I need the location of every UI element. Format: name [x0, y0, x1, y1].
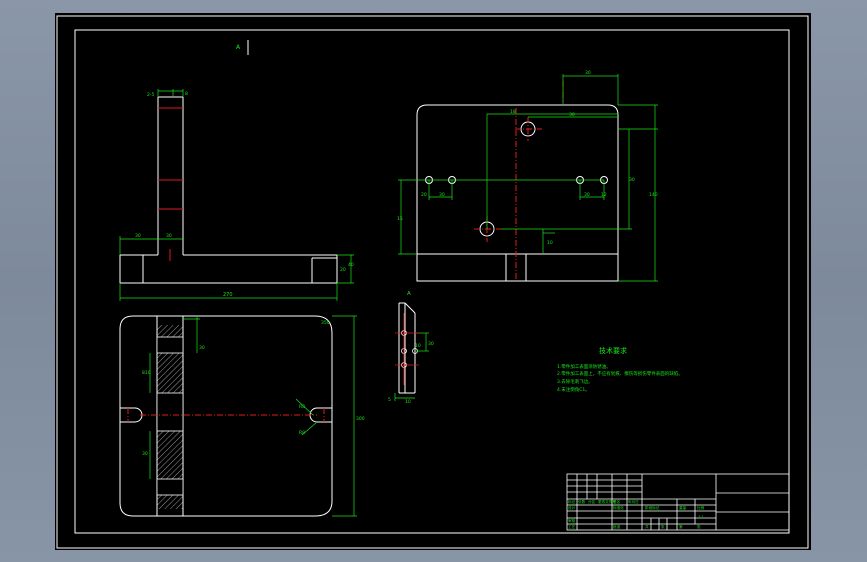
side-view-dim-labels: 2-5 8 30 30 270 20 40 — [135, 91, 354, 298]
side-view-dimensions — [119, 89, 354, 301]
svg-text:40: 40 — [348, 262, 354, 268]
svg-text:R8: R8 — [299, 404, 305, 410]
tech-req-item-2: 2.零件加工表面上，不应有划痕、擦伤等损伤零件表面的缺陷。 — [557, 370, 683, 377]
svg-text:18: 18 — [510, 109, 516, 115]
svg-text:比例: 比例 — [697, 505, 705, 510]
svg-text:共: 共 — [645, 524, 649, 529]
svg-text:140: 140 — [649, 192, 658, 198]
svg-text:签名: 签名 — [613, 499, 621, 504]
svg-text:A: A — [407, 291, 411, 297]
svg-text:30: 30 — [135, 233, 141, 239]
svg-text:30: 30 — [629, 177, 635, 183]
front-view-dim-labels: 30 18 30 30 140 15 20 30 30 12 10 — [397, 70, 658, 246]
svg-text:阶段标记: 阶段标记 — [645, 505, 660, 510]
detail-view-a-labels: A 30 10 10 5 — [388, 291, 434, 405]
plan-view — [119, 315, 333, 517]
svg-text:30: 30 — [428, 341, 434, 347]
tech-req-item-4: 4.未注倒角C1。 — [557, 386, 590, 393]
section-marker-label: A — [236, 44, 241, 51]
svg-text:20: 20 — [421, 192, 427, 198]
svg-text:30: 30 — [569, 112, 575, 118]
svg-text:处数: 处数 — [578, 499, 586, 504]
svg-text:30: 30 — [166, 233, 172, 239]
svg-text:300: 300 — [356, 416, 365, 422]
svg-text:审核: 审核 — [568, 518, 576, 523]
technical-requirements-title: 技术要求 — [599, 346, 627, 355]
svg-text:年月日: 年月日 — [628, 499, 639, 504]
section-marker: A — [236, 40, 249, 55]
svg-text:R8: R8 — [299, 430, 305, 436]
svg-text:2-5: 2-5 — [147, 92, 154, 98]
svg-text:标准化: 标准化 — [613, 505, 624, 510]
tech-req-item-1: 1.零件加工表面涂防锈油。 — [557, 363, 611, 370]
svg-text:30: 30 — [439, 192, 445, 198]
title-block-text: 标记 处数 分区 更改文件号 签名 年月日 设计 标准化 阶段标记 重量 比例 … — [568, 499, 705, 529]
svg-text:张: 张 — [697, 524, 701, 529]
svg-text:设计: 设计 — [568, 505, 576, 510]
technical-requirements: 技术要求 1.零件加工表面涂防锈油。 2.零件加工表面上，不应有划痕、擦伤等损伤… — [557, 346, 683, 393]
svg-text:20: 20 — [340, 267, 346, 273]
tech-req-item-3: 3.去除毛刺飞边。 — [557, 378, 593, 385]
svg-text:10: 10 — [415, 343, 421, 349]
detail-view-a — [398, 302, 416, 394]
svg-text:15: 15 — [397, 216, 403, 222]
svg-text:重量: 重量 — [679, 505, 687, 510]
svg-text:分区: 分区 — [588, 499, 596, 504]
detail-view-a-dims — [394, 332, 429, 401]
svg-text:30: 30 — [142, 451, 148, 457]
svg-text:8: 8 — [185, 91, 188, 97]
svg-text:810: 810 — [142, 370, 151, 376]
drawing-viewport[interactable]: A 2-5 8 30 30 270 20 40 30 18 30 30 140 … — [55, 13, 811, 550]
svg-text:第: 第 — [679, 524, 683, 529]
svg-text:标记: 标记 — [568, 499, 576, 504]
svg-text:5: 5 — [388, 397, 391, 403]
cad-drawing-canvas[interactable]: A 2-5 8 30 30 270 20 40 30 18 30 30 140 … — [55, 13, 811, 550]
svg-text:工艺: 工艺 — [568, 524, 576, 529]
side-view — [119, 96, 338, 284]
svg-text:10: 10 — [405, 399, 411, 405]
svg-text:1:1: 1:1 — [698, 515, 704, 519]
svg-text:270: 270 — [223, 292, 233, 298]
svg-text:张: 张 — [661, 524, 665, 529]
svg-text:30: 30 — [584, 192, 590, 198]
svg-text:批准: 批准 — [613, 524, 621, 529]
svg-text:12: 12 — [601, 192, 607, 198]
svg-text:10: 10 — [547, 240, 553, 246]
svg-text:30: 30 — [585, 70, 591, 76]
svg-text:30: 30 — [199, 345, 205, 351]
svg-text:350: 350 — [321, 320, 330, 326]
